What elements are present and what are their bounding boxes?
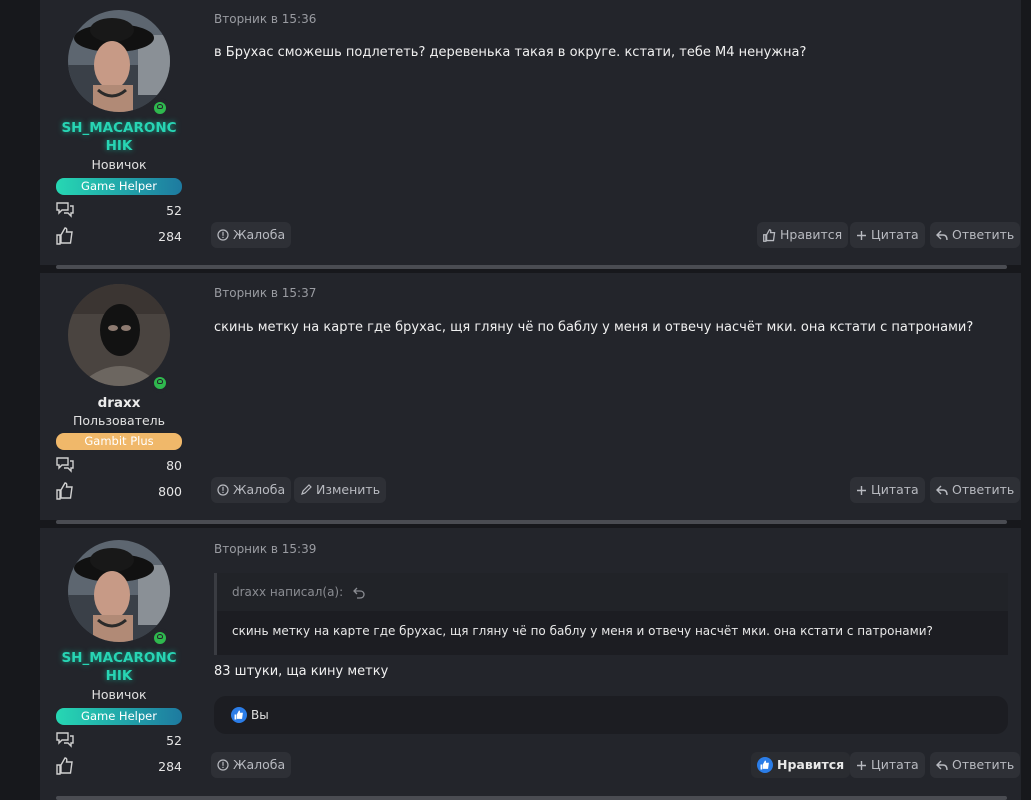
post-message: в Брухас сможешь подлететь? деревенька т… — [214, 45, 807, 60]
avatar[interactable] — [68, 10, 170, 112]
user-title: Новичок — [91, 157, 147, 172]
username[interactable]: SH_MACARONCHIK — [40, 119, 198, 155]
plus-icon — [857, 485, 866, 495]
report-button[interactable]: Жалоба — [211, 222, 292, 248]
reply-button[interactable]: Ответить — [930, 222, 1021, 248]
report-label: Жалоба — [233, 482, 286, 497]
online-icon — [150, 98, 170, 118]
post-divider — [56, 796, 1007, 800]
thumbs-up-icon — [56, 227, 73, 245]
post: draxx Пользователь Gambit Plus 80 800 Вт… — [40, 273, 1021, 520]
likes-count: 284 — [158, 229, 182, 244]
report-label: Жалоба — [233, 227, 286, 242]
messages-icon — [56, 202, 74, 218]
quote-label: Цитата — [871, 482, 919, 497]
report-button[interactable]: Жалоба — [211, 477, 292, 503]
post-message: 83 штуки, ща кину метку — [214, 664, 389, 679]
online-icon — [150, 628, 170, 648]
reply-icon — [936, 760, 948, 771]
quote-button[interactable]: Цитата — [850, 477, 925, 503]
plus-icon — [857, 760, 866, 770]
user-badge: Game Helper — [56, 708, 182, 725]
quote-block: draxx написал(а): скинь метку на карте г… — [214, 573, 1008, 655]
plus-icon — [857, 230, 866, 240]
thumbs-up-icon — [56, 757, 73, 775]
like-label: Нравится — [780, 227, 843, 242]
info-icon — [217, 229, 229, 241]
user-badge: Gambit Plus — [56, 433, 182, 450]
reactions-text[interactable]: Вы — [251, 708, 269, 722]
reply-label: Ответить — [952, 227, 1015, 242]
post-message: скинь метку на карте где брухас, щя глян… — [214, 320, 974, 335]
reactions-bar[interactable]: Вы — [214, 696, 1008, 734]
like-button[interactable]: Нравится — [757, 222, 849, 248]
quote-label: Цитата — [871, 757, 919, 772]
likes-stat: 800 — [56, 482, 182, 500]
like-label: Нравится — [777, 757, 845, 772]
reply-label: Ответить — [952, 482, 1015, 497]
edit-button[interactable]: Изменить — [294, 477, 387, 503]
messages-stat: 80 — [56, 456, 182, 474]
username[interactable]: draxx — [40, 394, 198, 412]
thumbs-up-icon — [56, 482, 73, 500]
like-button[interactable]: Нравится — [751, 752, 851, 778]
likes-count: 284 — [158, 759, 182, 774]
post: SH_MACARONCHIK Новичок Game Helper 52 28… — [40, 528, 1021, 800]
username[interactable]: SH_MACARONCHIK — [40, 649, 198, 685]
post-time[interactable]: Вторник в 15:37 — [214, 286, 316, 300]
avatar[interactable] — [68, 284, 170, 386]
reply-button[interactable]: Ответить — [930, 752, 1021, 778]
user-title: Пользователь — [72, 413, 166, 428]
reply-button[interactable]: Ответить — [930, 477, 1021, 503]
messages-count: 52 — [166, 203, 182, 218]
report-button[interactable]: Жалоба — [211, 752, 292, 778]
post-divider — [56, 265, 1007, 269]
post-divider — [56, 520, 1007, 524]
quote-author: draxx написал(а): — [232, 585, 344, 599]
reply-icon — [936, 485, 948, 496]
post-time[interactable]: Вторник в 15:36 — [214, 12, 316, 26]
scrollbar[interactable] — [1021, 0, 1031, 800]
quote-text: скинь метку на карте где брухас, щя глян… — [232, 624, 933, 638]
quote-label: Цитата — [871, 227, 919, 242]
report-label: Жалоба — [233, 757, 286, 772]
user-badge: Game Helper — [56, 178, 182, 195]
reply-icon — [936, 230, 948, 241]
info-icon — [217, 759, 229, 771]
likes-count: 800 — [158, 484, 182, 499]
quote-header[interactable]: draxx написал(а): — [217, 573, 1008, 611]
pencil-icon — [301, 484, 312, 495]
messages-count: 52 — [166, 733, 182, 748]
like-reaction-icon — [231, 707, 247, 723]
messages-count: 80 — [166, 458, 182, 473]
avatar[interactable] — [68, 540, 170, 642]
quote-button[interactable]: Цитата — [850, 752, 925, 778]
post-time[interactable]: Вторник в 15:39 — [214, 542, 316, 556]
messages-icon — [56, 457, 74, 473]
quote-button[interactable]: Цитата — [850, 222, 925, 248]
messages-stat: 52 — [56, 201, 182, 219]
likes-stat: 284 — [56, 757, 182, 775]
messages-stat: 52 — [56, 731, 182, 749]
reply-label: Ответить — [952, 757, 1015, 772]
online-icon — [150, 373, 170, 393]
thumbs-up-icon — [763, 228, 776, 242]
user-title: Новичок — [91, 687, 147, 702]
undo-arrow-icon[interactable] — [353, 587, 365, 599]
messages-icon — [56, 732, 74, 748]
post: SH_MACARONCHIK Новичок Game Helper 52 28… — [40, 0, 1021, 265]
thumbs-up-icon — [757, 757, 773, 773]
edit-label: Изменить — [316, 482, 381, 497]
info-icon — [217, 484, 229, 496]
likes-stat: 284 — [56, 227, 182, 245]
